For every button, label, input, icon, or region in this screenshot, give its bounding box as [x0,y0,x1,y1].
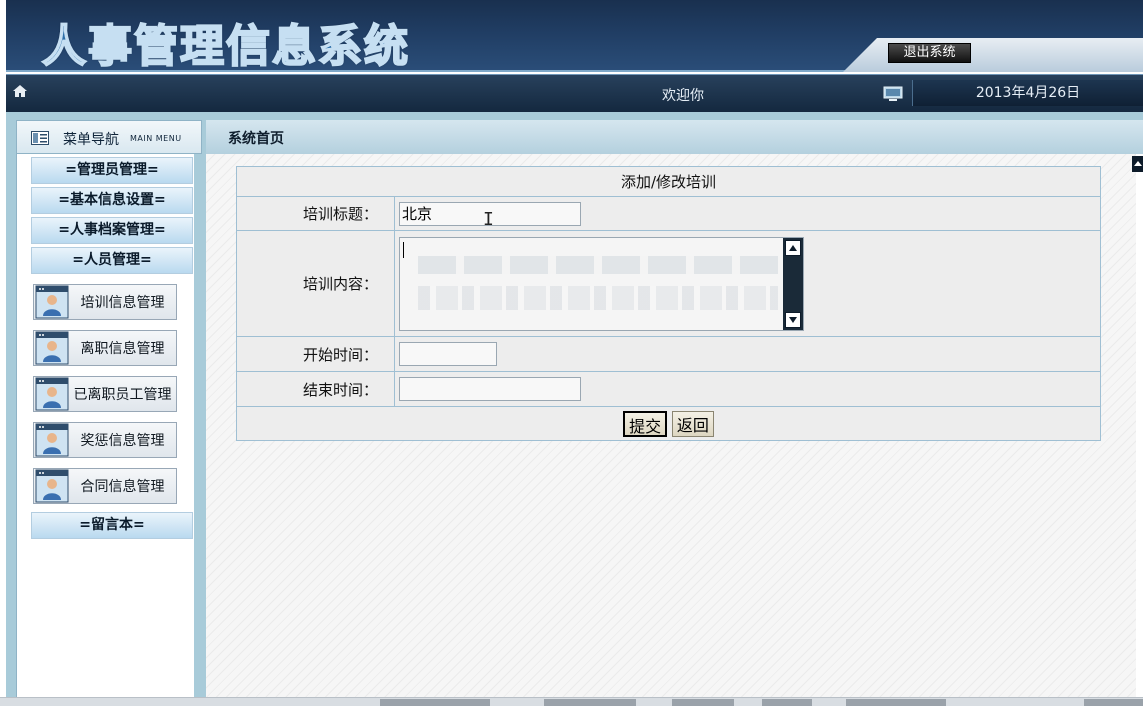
blurred-text-line [418,285,778,310]
monitor-icon [883,86,903,101]
end-time-input[interactable] [399,377,581,401]
user-card-icon [35,377,69,411]
ibeam-cursor-icon: I [483,209,494,230]
main-shell: 菜单导航 MAIN MENU 系统首页 =管理员管理= =基本信息设置= =人事… [6,112,1143,706]
form-caption: 添加/修改培训 [236,166,1101,197]
sidebar-item-training[interactable]: 培训信息管理 [33,284,177,320]
menu-icon [31,131,49,145]
content-area: 添加/修改培训 培训标题： 培训内容： [206,154,1136,706]
sidebar-item-label: 已离职员工管理 [73,387,172,403]
form-actions: 提交 返回 [236,406,1101,441]
end-time-label: 结束时间： [236,371,395,407]
page-scroll-up-icon[interactable] [1132,156,1143,172]
sidebar-item-contracts[interactable]: 合同信息管理 [33,468,177,504]
breadcrumb-bar: 系统首页 [206,120,1143,154]
status-fragment [846,699,946,706]
status-fragment [380,699,490,706]
sidebar-item-rewards[interactable]: 奖惩信息管理 [33,422,177,458]
page-scrollbar[interactable] [1136,154,1143,706]
sidebar-section-personnel[interactable]: =人员管理= [31,247,193,274]
sidebar-item-label: 培训信息管理 [80,295,165,311]
start-time-label: 开始时间： [236,336,395,372]
sidebar-header: 菜单导航 MAIN MENU [16,120,202,154]
sidebar-section-basic-settings[interactable]: =基本信息设置= [31,187,193,214]
sidebar-item-label: 离职信息管理 [80,341,165,357]
sidebar-title: 菜单导航 [63,132,119,148]
sidebar-subtitle: MAIN MENU [130,134,182,143]
scroll-down-arrow-icon[interactable] [785,311,801,328]
welcome-text: 欢迎你 [662,88,704,104]
training-form: 添加/修改培训 培训标题： 培训内容： [236,166,1101,441]
start-time-input[interactable] [399,342,497,366]
user-card-icon [35,423,69,457]
sidebar: =管理员管理= =基本信息设置= =人事档案管理= =人员管理= 培训信息管理 … [16,154,194,706]
welcome-bar: 欢迎你 2013年4月26日 [6,74,1143,112]
user-card-icon [35,285,69,319]
content-textarea[interactable] [399,236,804,331]
user-card-icon [35,469,69,503]
textarea-scrollbar[interactable] [783,237,803,330]
sidebar-section-guestbook[interactable]: =留言本= [31,512,193,539]
app-title: 人事管理信息系统 [41,20,410,73]
scroll-up-arrow-icon[interactable] [785,239,801,256]
status-fragment [544,699,636,706]
sidebar-item-label: 合同信息管理 [80,479,165,495]
header-banner: 人事管理信息系统 退出系统 [6,0,1143,73]
status-strip [0,697,1143,706]
status-fragment [762,699,812,706]
user-card-icon [35,331,69,365]
breadcrumb[interactable]: 系统首页 [228,128,284,148]
back-button[interactable]: 返回 [671,410,714,437]
content-label: 培训内容： [236,230,395,337]
sidebar-item-label: 奖惩信息管理 [80,433,165,449]
sidebar-section-hr-records[interactable]: =人事档案管理= [31,217,193,244]
sidebar-item-resignation[interactable]: 离职信息管理 [33,330,177,366]
home-icon[interactable] [12,84,28,98]
status-fragment [672,699,734,706]
blurred-text-line [418,255,778,274]
submit-button[interactable]: 提交 [623,410,668,437]
text-caret [403,241,404,258]
exit-button[interactable]: 退出系统 [888,43,971,63]
sidebar-item-former-employees[interactable]: 已离职员工管理 [33,376,177,412]
date-display: 2013年4月26日 [912,80,1143,106]
status-fragment [1084,699,1143,706]
title-label: 培训标题： [236,196,395,231]
sidebar-section-admin[interactable]: =管理员管理= [31,157,193,184]
